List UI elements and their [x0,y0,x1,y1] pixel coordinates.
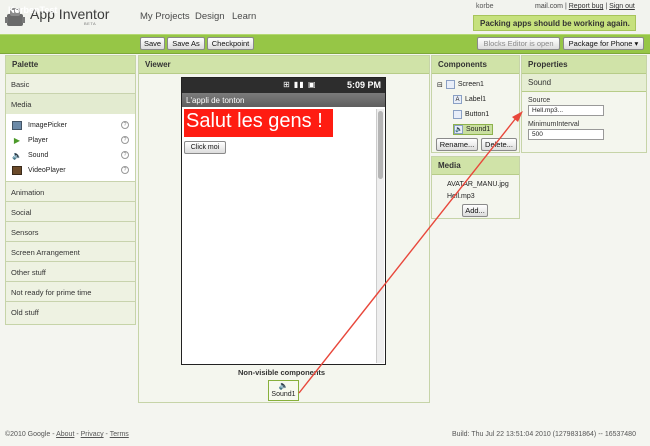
copyright: ©2010 Google - [5,431,55,438]
palette-category-sensors[interactable]: Sensors [6,222,135,242]
package-for-phone-button[interactable]: Package for Phone ▾ [563,37,644,50]
separator: | [564,3,567,10]
speaker-icon: 🔈 [454,125,463,134]
terms-link[interactable]: Terms [110,431,129,438]
palette-category-other-stuff[interactable]: Other stuff [6,262,135,282]
add-media-button[interactable]: Add... [462,204,488,217]
speaker-icon: 🔈 [12,151,22,160]
nav-learn[interactable]: Learn [232,11,256,22]
screen-title-bar: L'appli de tonton [182,93,385,107]
tree-item-button1[interactable]: Button1 [437,107,519,122]
separator: - [76,431,79,438]
media-file[interactable]: AVATAR_MANU.jpg [447,179,519,191]
signal-battery-icon: ⊞ ▮▮ ▣ [283,80,317,89]
minimum-interval-label: MinimumInterval [528,121,580,128]
sound1-component-chip[interactable]: 🔈 Sound1 [268,380,299,401]
palette-category-basic[interactable]: Basic [6,74,135,94]
source-field[interactable]: Hell.mp3... [528,105,604,116]
sound1-chip-label: Sound1 [271,391,296,398]
phone-status-bar: ⊞ ▮▮ ▣ 5:09 PM [182,78,385,93]
properties-panel: Properties Sound Source Hell.mp3... Mini… [521,55,647,153]
button1-preview[interactable]: Click moi [184,141,226,154]
tree-item-label1[interactable]: A Label1 [437,92,519,107]
phone-clock: 5:09 PM [346,80,381,90]
palette-title: Palette [6,56,135,74]
tree-item-label: Button1 [465,111,490,118]
palette-category-screen-arrangement[interactable]: Screen Arrangement [6,242,135,262]
help-icon[interactable]: ? [121,136,129,144]
palette-item-label: Sound [28,152,49,159]
collapse-icon[interactable]: ⊟ [437,81,443,89]
screen-icon [445,80,455,89]
label-icon: A [453,95,462,104]
components-panel: Components ⊟ Screen1 A Label1 Button1 🔈 … [431,55,520,153]
components-title: Components [432,56,519,74]
minimum-interval-field[interactable]: 500 [528,129,604,140]
palette-category-social[interactable]: Social [6,202,135,222]
notice-banner: Packing apps should be working again. [473,15,636,31]
image-picker-icon [12,121,22,130]
help-icon[interactable]: ? [121,151,129,159]
user-email: mail.com [535,3,564,10]
source-label: Source [528,97,551,104]
palette-item-player[interactable]: ▶ Player ? [6,133,135,148]
tree-item-screen1[interactable]: ⊟ Screen1 [437,77,519,92]
label1-preview[interactable]: Salut les gens ! [184,109,333,137]
palette-category-not-ready[interactable]: Not ready for prime time [6,282,135,302]
phone-preview: ⊞ ▮▮ ▣ 5:09 PM L'appli de tonton Salut l… [181,77,386,365]
palette-item-label: VideoPlayer [28,167,66,174]
sign-out-link[interactable]: Sign out [609,3,635,10]
save-as-button[interactable]: Save As [167,37,205,50]
palette-item-imagepicker[interactable]: ImagePicker ? [6,118,135,133]
palette-category-old-stuff[interactable]: Old stuff [6,302,135,322]
film-icon [12,166,22,175]
nav-design[interactable]: Design [195,11,225,22]
media-title: Media [432,157,519,175]
save-button[interactable]: Save [140,37,165,50]
palette-item-label: ImagePicker [28,122,67,129]
palette-item-videoplayer[interactable]: VideoPlayer ? [6,163,135,178]
about-link[interactable]: About [56,431,74,438]
help-icon[interactable]: ? [121,166,129,174]
delete-button[interactable]: Delete... [481,138,517,151]
palette-item-sound[interactable]: 🔈 Sound ? [6,148,135,163]
account-links: mail.com | Report bug | Sign out [535,3,635,10]
separator: | [605,3,608,10]
footer: ©2010 Google - About - Privacy - Terms [5,431,129,438]
button-icon [453,110,462,119]
build-info: Build: Thu Jul 22 13:51:04 2010 (1279831… [452,431,636,438]
project-name: KorbenTest [8,5,58,15]
blocks-editor-button[interactable]: Blocks Editor is open [477,37,560,50]
tree-item-label: Screen1 [457,81,484,88]
palette-item-label: Player [28,137,48,144]
palette-category-media[interactable]: Media [6,94,135,114]
rename-button[interactable]: Rename... [436,138,478,151]
privacy-link[interactable]: Privacy [81,431,104,438]
speaker-icon: 🔈 [278,381,289,390]
help-icon[interactable]: ? [121,121,129,129]
user-name: korbe [476,3,494,10]
non-visible-components-label: Non-visible components [238,368,326,377]
tree-item-label: Label1 [465,96,487,103]
report-bug-link[interactable]: Report bug [569,3,604,10]
tree-item-label: Sound1 [466,126,491,133]
beta-badge: BETA [84,21,97,26]
palette-category-animation[interactable]: Animation [6,182,135,202]
palette-panel: Palette Basic Media ImagePicker ? ▶ Play… [5,55,136,325]
properties-title: Properties [522,56,646,74]
checkpoint-button[interactable]: Checkpoint [207,37,254,50]
media-file[interactable]: Hell.mp3 [447,191,519,203]
play-icon: ▶ [13,136,21,145]
separator: - [105,431,108,438]
phone-scrollbar[interactable] [376,109,384,363]
selected-component-name: Sound [522,74,646,92]
scroll-thumb[interactable] [378,111,383,179]
media-panel: Media AVATAR_MANU.jpg Hell.mp3 Add... [431,156,520,219]
nav-my-projects[interactable]: My Projects [140,11,190,22]
viewer-title: Viewer [139,56,429,74]
tree-item-sound1[interactable]: 🔈 Sound1 [437,122,519,137]
